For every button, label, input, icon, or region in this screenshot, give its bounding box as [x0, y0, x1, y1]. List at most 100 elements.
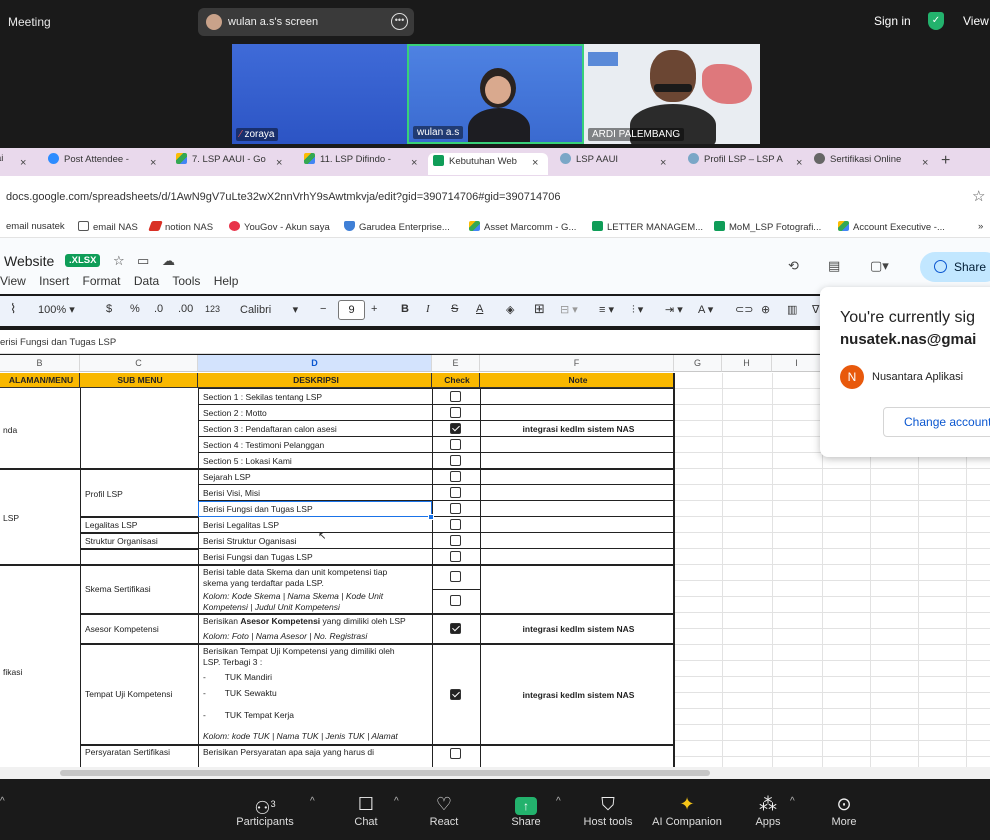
tab-lsp-aaui-go[interactable]: 7. LSP AAUI - Go × [176, 153, 296, 175]
bookmark-item[interactable]: LETTER MANAGEM... [592, 221, 703, 233]
bold-icon[interactable]: B [401, 303, 409, 315]
column-header-b[interactable]: B [0, 355, 80, 372]
checkbox[interactable] [450, 623, 461, 634]
video-tile-wulan[interactable]: wulan a.s [407, 44, 584, 144]
checkbox[interactable] [450, 519, 461, 530]
header-cell-check[interactable]: Check [432, 373, 480, 388]
comment-icon[interactable]: ⊕ [761, 303, 770, 316]
tab-1[interactable]: ai× [0, 153, 36, 175]
column-header-c[interactable]: C [80, 355, 198, 372]
number-format-button[interactable]: 123 [205, 304, 220, 314]
bullet-item[interactable]: - TUK Tempat Kerja [200, 710, 430, 722]
close-icon[interactable]: × [532, 157, 538, 169]
increase-font-icon[interactable]: + [371, 303, 377, 315]
screen-share-pill[interactable]: wulan a.s's screen ••• [198, 8, 414, 36]
description-cell[interactable]: Berisi Fungsi dan Tugas LSP [200, 552, 430, 564]
submenu-cell[interactable]: Legalitas LSP [82, 520, 196, 532]
borders-icon[interactable]: ⊞ [534, 301, 545, 317]
strikethrough-icon[interactable]: S [451, 303, 458, 315]
new-tab-icon[interactable]: + [941, 152, 950, 170]
menu-cell[interactable]: fikasi [0, 667, 80, 679]
fill-color-icon[interactable]: ◈ [506, 303, 514, 316]
submenu-cell[interactable]: Asesor Kompetensi [82, 624, 196, 636]
description-line[interactable]: Berisikan Persyaratan apa saja yang haru… [200, 747, 430, 758]
bookmark-item[interactable]: Account Executive -... [838, 221, 945, 233]
checkbox[interactable] [450, 551, 461, 562]
header-cell-sub-menu[interactable]: SUB MENU [80, 373, 198, 388]
font-select[interactable]: Calibri ▾ [240, 303, 298, 316]
history-icon[interactable]: ⟲ [788, 258, 799, 274]
column-header-h[interactable]: H [722, 355, 772, 372]
bookmark-item[interactable]: Garudea Enterprise... [344, 221, 450, 233]
description-line[interactable]: skema yang terdaftar pada LSP. [200, 578, 430, 589]
tab-kebutuhan-web[interactable]: Kebutuhan Web × [428, 153, 548, 175]
bookmark-item[interactable]: email NAS [78, 221, 138, 233]
checkbox[interactable] [450, 503, 461, 514]
chevron-up-icon[interactable]: ^ [556, 796, 561, 807]
header-cell-deskripsi[interactable]: DESKRIPSI [198, 373, 432, 388]
filter-icon[interactable]: ∇ [812, 303, 819, 316]
tab-post-attendee[interactable]: Post Attendee - × [48, 153, 168, 175]
move-folder-icon[interactable]: ▭ [137, 253, 149, 269]
scrollbar-thumb[interactable] [60, 770, 710, 776]
shield-check-icon[interactable]: ✓ [928, 12, 944, 30]
menu-format[interactable]: Format [83, 274, 121, 288]
bullet-item[interactable]: - TUK Sewaktu [200, 688, 430, 700]
horizontal-scrollbar[interactable] [0, 767, 990, 779]
font-size-input[interactable]: 9 [338, 300, 365, 320]
paint-format-icon[interactable]: ⌇ [10, 301, 16, 317]
chevron-up-icon[interactable]: ^ [790, 796, 795, 807]
participants-button[interactable]: ⚇3 Participants [230, 792, 300, 828]
more-options-icon[interactable]: ••• [391, 13, 408, 30]
menu-help[interactable]: Help [214, 274, 239, 288]
close-icon[interactable]: × [20, 157, 26, 169]
tab-sertifikasi-online[interactable]: Sertifikasi Online × [814, 153, 934, 175]
decrease-font-icon[interactable]: − [320, 303, 326, 315]
note-cell[interactable]: integrasi kedlm sistem NAS [482, 624, 672, 636]
menu-view[interactable]: View [0, 274, 26, 288]
share-screen-button[interactable]: ↑ Share [504, 792, 548, 828]
bookmark-item[interactable]: notion NAS [148, 221, 213, 233]
react-button[interactable]: ♡ React [422, 792, 466, 828]
checkbox[interactable] [450, 595, 461, 606]
chat-button[interactable]: ☐ Chat [344, 792, 388, 828]
chevron-up-icon[interactable]: ^ [394, 796, 399, 807]
host-tools-button[interactable]: ⛉ Host tools [578, 792, 638, 828]
column-header-d[interactable]: D [198, 355, 432, 372]
bookmark-star-icon[interactable]: ☆ [972, 187, 985, 205]
align-vertical-icon[interactable]: ⫶ ▾ [632, 303, 643, 317]
close-icon[interactable]: × [150, 157, 156, 169]
bullet-item[interactable]: - TUK Mandiri [200, 672, 430, 684]
tab-lsp-difindo[interactable]: 11. LSP Difindo - × [304, 153, 424, 175]
submenu-cell[interactable]: Skema Sertifikasi [82, 584, 196, 596]
menu-tools[interactable]: Tools [172, 274, 200, 288]
checkbox[interactable] [450, 423, 461, 434]
bookmark-item[interactable]: YouGov - Akun saya [229, 221, 330, 233]
close-icon[interactable]: × [922, 157, 928, 169]
fill-handle[interactable] [428, 514, 434, 520]
description-line[interactable]: Kompetensi | Judul Unit Kompetensi [200, 602, 430, 613]
column-header-f[interactable]: F [480, 355, 674, 372]
sign-in-link[interactable]: Sign in [874, 14, 911, 28]
description-cell[interactable]: Section 2 : Motto [200, 408, 430, 420]
percent-button[interactable]: % [130, 303, 140, 315]
description-line[interactable]: Kolom: Foto | Nama Asesor | No. Registra… [200, 631, 430, 642]
description-line[interactable]: Berisi table data Skema dan unit kompete… [200, 567, 430, 578]
bookmarks-overflow-icon[interactable]: » [978, 221, 983, 232]
close-icon[interactable]: × [411, 157, 417, 169]
selected-cell[interactable] [198, 501, 432, 517]
checkbox[interactable] [450, 439, 461, 450]
column-header-e[interactable]: E [432, 355, 480, 372]
video-tile-ardi[interactable]: ARDI PALEMBANG [584, 44, 760, 144]
checkbox[interactable] [450, 407, 461, 418]
chevron-up-icon[interactable]: ^ [0, 796, 5, 807]
description-cell[interactable]: Sejarah LSP [200, 472, 430, 484]
description-cell[interactable]: Berisi Legalitas LSP [200, 520, 430, 532]
italic-icon[interactable]: I [426, 303, 430, 315]
close-icon[interactable]: × [276, 157, 282, 169]
checkbox[interactable] [450, 391, 461, 402]
document-title[interactable]: Website [4, 253, 54, 269]
menu-cell[interactable]: nda [0, 425, 80, 437]
description-cell[interactable]: Section 3 : Pendaftaran calon asesi [200, 424, 430, 436]
submenu-cell[interactable]: Tempat Uji Kompetensi [82, 689, 196, 701]
